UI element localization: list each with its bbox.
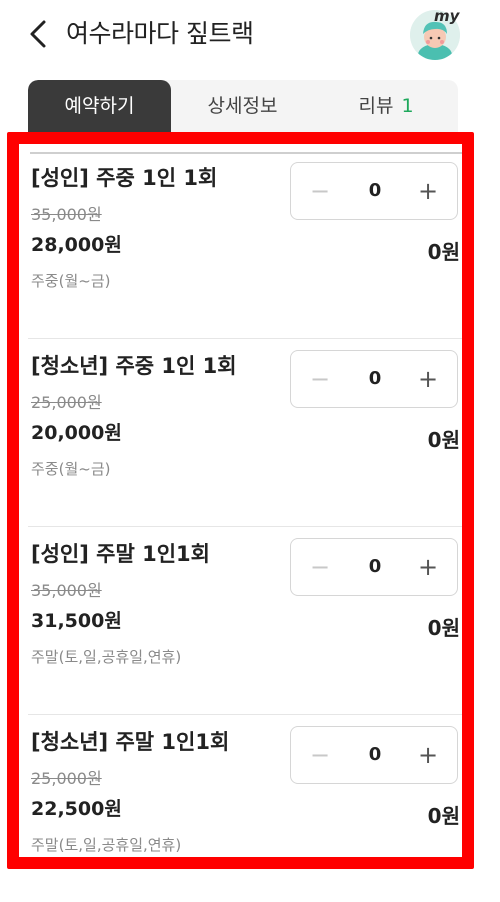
plus-button[interactable]: + bbox=[405, 727, 451, 783]
list-item: [청소년] 주말 1인1회 25,000원 22,500원 주말(토,일,공휴일… bbox=[28, 714, 462, 902]
item-price: 22,500원 bbox=[31, 798, 122, 820]
item-price: 20,000원 bbox=[31, 422, 122, 444]
quantity-value: 0 bbox=[368, 556, 382, 577]
item-note: 주중(월~금) bbox=[31, 460, 111, 478]
item-original-price: 25,000원 bbox=[31, 393, 102, 412]
header: 여수라마다 짚트랙 my bbox=[0, 0, 500, 70]
item-total: 0원 bbox=[427, 804, 460, 828]
item-total: 0원 bbox=[427, 616, 460, 640]
quantity-stepper: − 0 + bbox=[290, 162, 458, 220]
page-title: 여수라마다 짚트랙 bbox=[66, 19, 254, 48]
minus-button[interactable]: − bbox=[297, 163, 343, 219]
tab-bar: 예약하기 상세정보 리뷰 1 bbox=[28, 80, 458, 132]
item-name: [성인] 주말 1인1회 bbox=[31, 542, 210, 566]
item-name: [청소년] 주중 1인 1회 bbox=[31, 354, 237, 378]
tab-booking[interactable]: 예약하기 bbox=[28, 80, 171, 132]
list-item: [성인] 주말 1인1회 35,000원 31,500원 주말(토,일,공휴일,… bbox=[28, 526, 462, 715]
item-total: 0원 bbox=[427, 240, 460, 264]
item-total: 0원 bbox=[427, 428, 460, 452]
item-original-price: 35,000원 bbox=[31, 205, 102, 224]
item-price: 31,500원 bbox=[31, 610, 122, 632]
item-note: 주말(토,일,공휴일,연휴) bbox=[31, 836, 182, 854]
tab-details[interactable]: 상세정보 bbox=[171, 80, 314, 132]
item-name: [청소년] 주말 1인1회 bbox=[31, 730, 230, 754]
minus-button[interactable]: − bbox=[297, 539, 343, 595]
back-arrow-icon[interactable] bbox=[26, 18, 54, 50]
plus-button[interactable]: + bbox=[405, 163, 451, 219]
minus-button[interactable]: − bbox=[297, 351, 343, 407]
quantity-stepper: − 0 + bbox=[290, 350, 458, 408]
quantity-value: 0 bbox=[368, 744, 382, 765]
review-count: 1 bbox=[401, 95, 414, 117]
list-item: [청소년] 주중 1인 1회 25,000원 20,000원 주중(월~금) −… bbox=[28, 338, 462, 527]
item-price: 28,000원 bbox=[31, 234, 122, 256]
plus-button[interactable]: + bbox=[405, 351, 451, 407]
tab-reviews-label: 리뷰 bbox=[358, 95, 394, 117]
item-note: 주중(월~금) bbox=[31, 272, 111, 290]
quantity-stepper: − 0 + bbox=[290, 726, 458, 784]
my-badge: my bbox=[434, 7, 460, 25]
tab-reviews[interactable]: 리뷰 1 bbox=[314, 80, 458, 132]
item-name: [성인] 주중 1인 1회 bbox=[31, 166, 218, 190]
quantity-value: 0 bbox=[368, 368, 382, 389]
minus-button[interactable]: − bbox=[297, 727, 343, 783]
item-original-price: 35,000원 bbox=[31, 581, 102, 600]
plus-button[interactable]: + bbox=[405, 539, 451, 595]
quantity-value: 0 bbox=[368, 180, 382, 201]
list-item: [성인] 주중 1인 1회 35,000원 28,000원 주중(월~금) − … bbox=[28, 150, 462, 339]
item-original-price: 25,000원 bbox=[31, 769, 102, 788]
item-note: 주말(토,일,공휴일,연휴) bbox=[31, 648, 182, 666]
quantity-stepper: − 0 + bbox=[290, 538, 458, 596]
